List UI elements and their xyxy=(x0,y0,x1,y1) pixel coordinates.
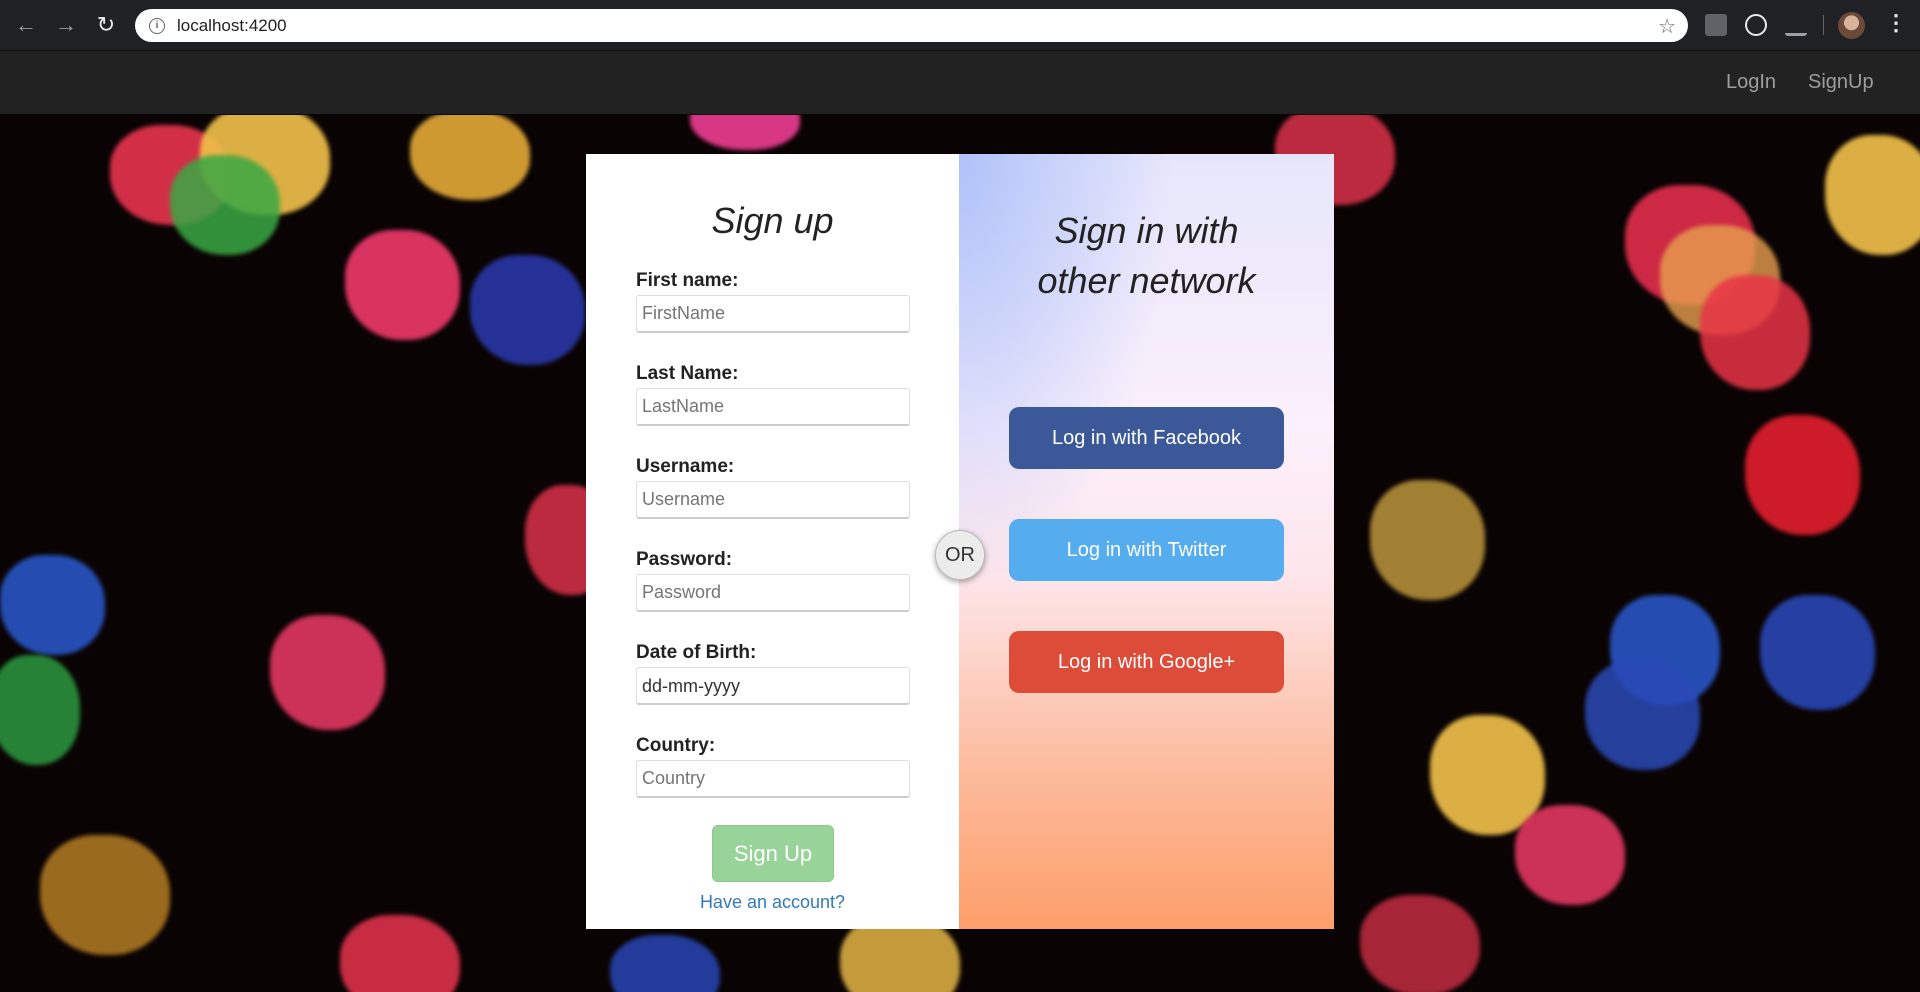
profile-avatar[interactable] xyxy=(1838,12,1865,39)
site-info-icon[interactable]: i xyxy=(149,17,165,34)
last-name-label: Last Name: xyxy=(636,363,739,384)
chart-extension-icon[interactable] xyxy=(1785,14,1807,36)
url-text[interactable]: localhost:4200 xyxy=(177,16,287,36)
bokeh-light xyxy=(170,155,280,255)
bokeh-light xyxy=(340,915,460,992)
google-login-button[interactable]: Log in with Google+ xyxy=(1009,631,1284,693)
bokeh-light xyxy=(1370,480,1485,600)
twitter-login-button[interactable]: Log in with Twitter xyxy=(1009,519,1284,581)
bokeh-light xyxy=(40,835,170,955)
bokeh-light xyxy=(470,255,585,365)
dob-input[interactable]: dd-mm-yyyy xyxy=(636,667,910,705)
app-navbar: LogIn SignUp xyxy=(0,50,1920,115)
bokeh-light xyxy=(610,935,720,992)
bokeh-light xyxy=(1585,660,1700,770)
address-bar[interactable]: i localhost:4200 ☆ xyxy=(135,9,1688,42)
browser-toolbar: ← → ↻ i localhost:4200 ☆ ⋮ xyxy=(0,0,1920,50)
dob-label: Date of Birth: xyxy=(636,642,757,663)
forward-arrow-icon[interactable]: → xyxy=(46,5,86,45)
nav-signup-link[interactable]: SignUp xyxy=(1808,71,1874,94)
facebook-login-button[interactable]: Log in with Facebook xyxy=(1009,407,1284,469)
or-divider-badge: OR xyxy=(935,530,985,580)
have-account-link[interactable]: Have an account? xyxy=(586,892,959,913)
nav-login-link[interactable]: LogIn xyxy=(1726,71,1776,94)
signup-panel: Sign up First name: Last Name: Username:… xyxy=(586,154,959,929)
country-input[interactable] xyxy=(636,760,910,798)
bookmark-star-icon[interactable]: ☆ xyxy=(1658,14,1676,39)
bokeh-light xyxy=(1760,595,1875,710)
bokeh-light xyxy=(1360,895,1480,992)
first-name-label: First name: xyxy=(636,270,739,291)
reload-icon[interactable]: ↻ xyxy=(86,5,126,45)
bokeh-light xyxy=(1825,135,1920,255)
browser-menu-icon[interactable]: ⋮ xyxy=(1885,10,1907,36)
toolbar-divider xyxy=(1823,15,1824,35)
extension-icon[interactable] xyxy=(1705,14,1727,36)
password-input[interactable] xyxy=(636,574,910,612)
bokeh-light xyxy=(690,115,800,150)
signup-submit-button[interactable]: Sign Up xyxy=(712,825,834,882)
social-title: Sign in with other network xyxy=(959,206,1334,306)
username-label: Username: xyxy=(636,456,735,477)
username-input[interactable] xyxy=(636,481,910,519)
social-title-line2: other network xyxy=(1037,260,1256,301)
first-name-input[interactable] xyxy=(636,295,910,333)
social-login-panel: Sign in with other network Log in with F… xyxy=(959,154,1334,929)
back-arrow-icon[interactable]: ← xyxy=(6,5,46,45)
timer-extension-icon[interactable] xyxy=(1745,14,1767,36)
bokeh-light xyxy=(345,230,460,340)
bokeh-light xyxy=(1700,275,1810,390)
country-label: Country: xyxy=(636,735,716,756)
bokeh-light xyxy=(0,555,105,655)
last-name-input[interactable] xyxy=(636,388,910,426)
password-label: Password: xyxy=(636,549,733,570)
bokeh-light xyxy=(0,655,80,765)
bokeh-light xyxy=(410,115,530,200)
social-title-line1: Sign in with xyxy=(1054,210,1239,251)
bokeh-light xyxy=(1745,415,1860,535)
bokeh-light xyxy=(270,615,385,730)
bokeh-light xyxy=(1515,805,1625,905)
signup-title: Sign up xyxy=(711,200,834,241)
